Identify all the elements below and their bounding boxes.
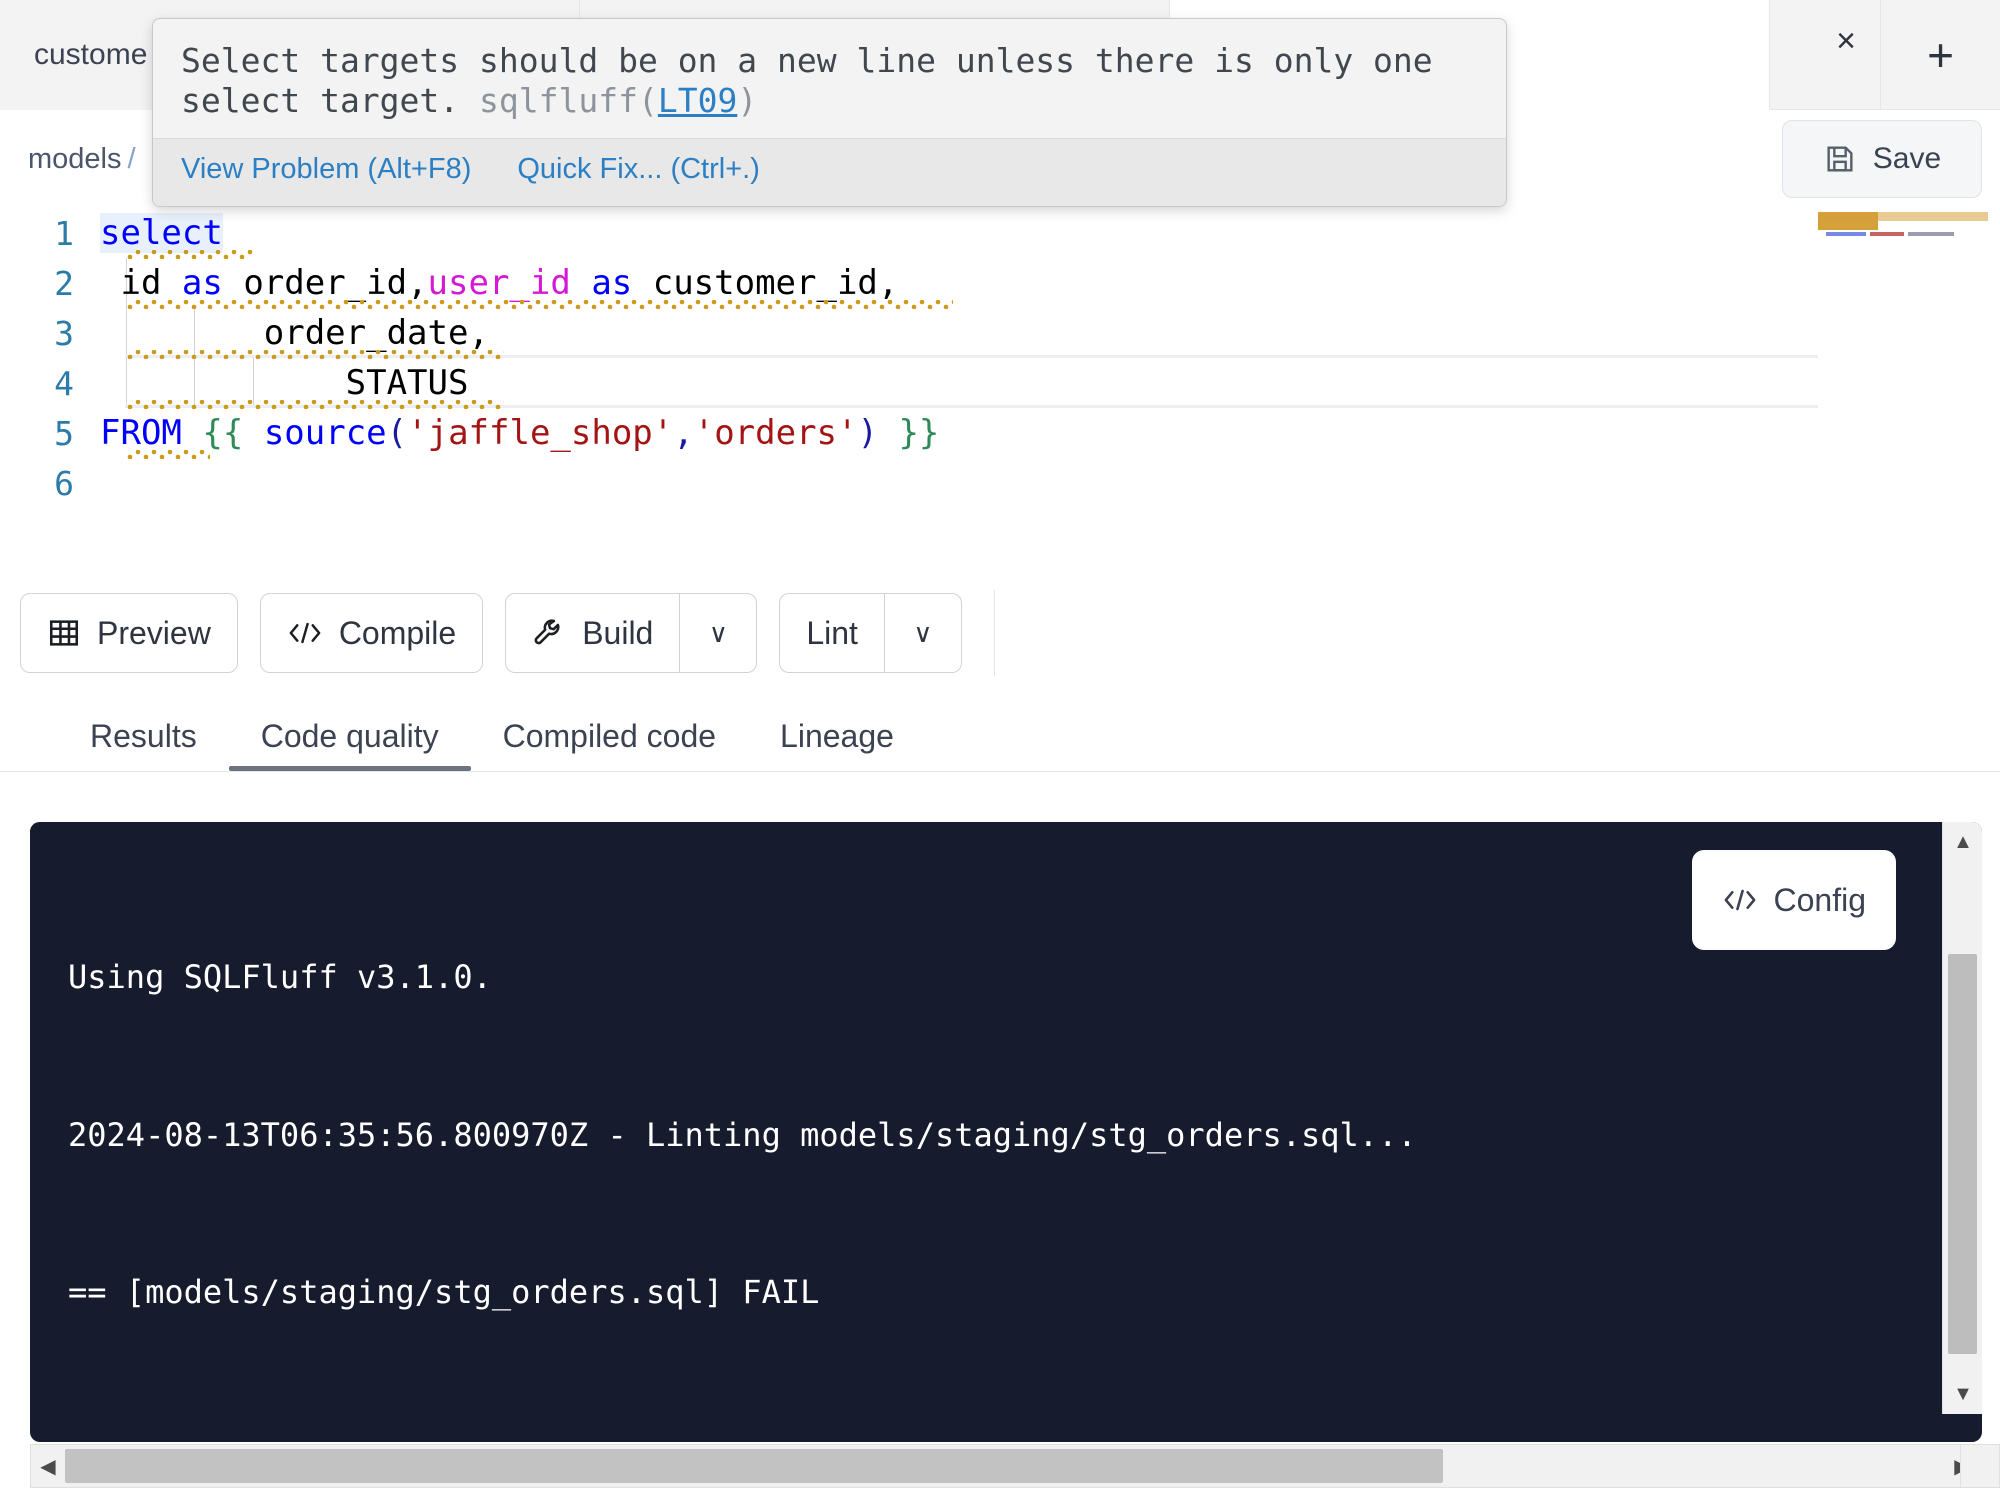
tab-strip-filler (1770, 0, 1880, 109)
editor-tab-label: custome (34, 38, 148, 71)
sql-code-editor[interactable]: 1 select 2 id as order_id,user_id as cus… (0, 208, 2000, 560)
preview-button[interactable]: Preview (20, 593, 238, 673)
close-icon[interactable]: × (1836, 22, 1856, 61)
tab-lineage[interactable]: Lineage (748, 718, 926, 771)
table-icon (47, 616, 81, 650)
minimap-warning-marker (1818, 212, 1988, 221)
tab-label: Code quality (260, 718, 439, 754)
code-line-content[interactable]: id as order_id,user_id as customer_id, (100, 263, 898, 303)
code-line: 4 STATUS (0, 358, 2000, 409)
scroll-down-arrow-icon[interactable]: ▼ (1943, 1374, 1982, 1414)
scroll-up-arrow-icon[interactable]: ▲ (1943, 822, 1982, 862)
lint-output-panel: Config Using SQLFluff v3.1.0. 2024-08-13… (30, 822, 1982, 1442)
editor-minimap[interactable] (1818, 208, 1988, 560)
scroll-left-arrow-icon[interactable]: ◀ (31, 1445, 65, 1487)
lint-dropdown-button[interactable]: ∨ (883, 593, 962, 673)
save-button-label: Save (1872, 142, 1942, 175)
view-problem-link[interactable]: View Problem (Alt+F8) (181, 153, 471, 186)
code-line-content[interactable]: select (100, 213, 223, 253)
floppy-disk-icon (1823, 142, 1857, 176)
code-line: 2 id as order_id,user_id as customer_id, (0, 258, 2000, 309)
code-line: 5 FROM {{ source('jaffle_shop','orders')… (0, 408, 2000, 459)
code-line: 6 (0, 458, 2000, 508)
config-button-label: Config (1773, 881, 1867, 918)
problem-source: sqlfluff (479, 81, 638, 121)
problem-rule-link[interactable]: LT09 (658, 81, 737, 120)
problem-message-line-1: Select targets should be on a new line u… (181, 41, 1433, 80)
new-tab-button[interactable]: + (1880, 0, 2000, 109)
line-number: 4 (54, 363, 74, 403)
chevron-down-icon: ∨ (708, 617, 728, 648)
tab-label: Results (90, 718, 197, 754)
tab-results[interactable]: Results (58, 718, 229, 771)
breadcrumb-separator: / (127, 142, 136, 175)
lint-button-group: Lint ∨ (779, 593, 962, 673)
line-number: 1 (54, 213, 74, 253)
code-line-content[interactable]: order_date, (100, 313, 489, 353)
tab-compiled-code[interactable]: Compiled code (471, 718, 748, 771)
tab-label: Lineage (780, 718, 894, 754)
vertical-scrollbar-thumb[interactable] (1948, 954, 1977, 1354)
build-button-label: Build (582, 614, 654, 651)
line-number: 5 (54, 413, 74, 453)
result-panel-tabs: Results Code quality Compiled code Linea… (0, 688, 2000, 772)
terminal-line: Using SQLFluff v3.1.0. (68, 958, 492, 996)
wrench-icon (532, 616, 566, 650)
compile-button-label: Compile (338, 614, 457, 651)
chevron-down-icon: ∨ (913, 617, 933, 648)
terminal-vertical-scrollbar[interactable]: ▲ ▼ (1942, 822, 1982, 1414)
tab-label: Compiled code (502, 718, 717, 754)
compile-button[interactable]: Compile (259, 593, 484, 673)
code-line: 3 order_date, (0, 308, 2000, 359)
paren-open: ( (637, 81, 658, 121)
editor-action-toolbar: Preview Compile Build ∨ Lint ∨ (0, 578, 2000, 688)
build-button-group: Build ∨ (505, 593, 758, 673)
problem-message-tail: select target. (181, 81, 480, 121)
breadcrumb[interactable]: models / (0, 143, 142, 176)
minimap-token (1908, 232, 1954, 236)
problem-message: Select targets should be on a new line u… (153, 19, 1506, 138)
scrollbar-corner (1960, 1444, 2000, 1488)
code-line-content[interactable]: FROM {{ source('jaffle_shop','orders') }… (100, 413, 939, 453)
terminal-horizontal-scrollbar[interactable]: ◀ ▶ (30, 1444, 1982, 1488)
problem-message-line-2: select target. sqlfluff(LT09) (181, 81, 1478, 121)
code-brackets-icon (1722, 885, 1758, 915)
terminal-line: == [models/staging/stg_orders.sql] FAIL (68, 1273, 820, 1311)
terminal-line: 2024-08-13T06:35:56.800970Z - Linting mo… (68, 1115, 1417, 1154)
minimap-token (1826, 232, 1866, 236)
line-number: 6 (54, 463, 74, 503)
minimap-token (1870, 232, 1904, 236)
preview-button-label: Preview (97, 614, 211, 651)
lint-button-label: Lint (806, 614, 858, 651)
build-dropdown-button[interactable]: ∨ (679, 593, 758, 673)
build-button[interactable]: Build (505, 593, 680, 673)
problem-actions: View Problem (Alt+F8) Quick Fix... (Ctrl… (153, 137, 1506, 206)
save-button[interactable]: Save (1782, 120, 1982, 198)
horizontal-scrollbar-thumb[interactable] (65, 1449, 1443, 1483)
lint-button[interactable]: Lint (779, 593, 884, 673)
problem-hover-popup[interactable]: Select targets should be on a new line u… (152, 18, 1507, 207)
code-line: 1 select (0, 208, 2000, 259)
paren-close: ) (737, 81, 758, 121)
code-brackets-icon (287, 618, 323, 648)
line-number: 2 (54, 263, 74, 303)
toolbar-divider (993, 590, 995, 676)
breadcrumb-root[interactable]: models (28, 143, 122, 175)
quick-fix-link[interactable]: Quick Fix... (Ctrl+.) (517, 153, 759, 186)
plus-icon: + (1927, 28, 1954, 81)
config-button[interactable]: Config (1691, 850, 1896, 950)
line-number: 3 (54, 313, 74, 353)
lint-output-text[interactable]: Using SQLFluff v3.1.0. 2024-08-13T06:35:… (30, 822, 1934, 1414)
tab-code-quality[interactable]: Code quality (228, 718, 471, 771)
code-line-content[interactable]: STATUS (100, 363, 469, 403)
